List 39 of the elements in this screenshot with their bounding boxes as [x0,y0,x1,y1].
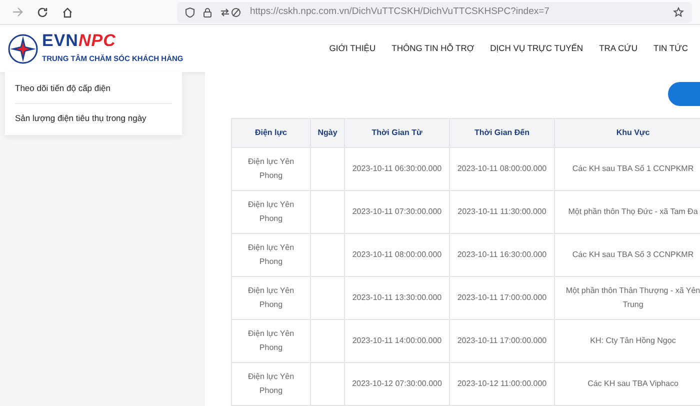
reload-icon[interactable] [37,6,48,18]
table-cell: 2023-10-11 14:00:00.000 [344,320,450,362]
column-header: Điện lực [232,118,310,148]
nav-link[interactable]: THÔNG TIN HỖ TRỢ [392,42,474,55]
table-cell: 2023-10-11 16:30:00.000 [450,234,554,276]
permissions-icon[interactable] [220,6,242,18]
sidebar-item[interactable]: Sản lượng điện tiêu thụ trong ngày [15,102,172,132]
table-cell: Điện lực Yên Phong [232,320,310,362]
table-cell: Điện lực Yên Phong [232,190,310,234]
sidebar-item[interactable]: Theo dõi tiến độ cấp điện [15,74,172,103]
table-cell: 2023-10-11 07:30:00.000 [344,190,450,234]
table-cell: Điện lực Yên Phong [232,234,310,276]
table-cell: 2023-10-11 13:30:00.000 [344,276,450,320]
address-bar[interactable]: https://cskh.npc.com.vn/DichVuTTCSKH/DichVuTTCSKHSPC?index=7 [177,2,692,22]
table-cell: 2023-10-12 11:00:00.000 [450,362,554,406]
table-cell: 2023-10-11 08:00:00.000 [450,148,554,190]
column-header: Khu Vực [554,118,700,148]
column-header: Thời Gian Đến [450,118,554,148]
table-cell: 2023-10-12 07:30:00.000 [344,362,450,406]
nav-link[interactable]: GIỚI THIỆU [329,42,376,55]
nav-link[interactable]: TRA CỨU [599,42,638,55]
table-cell: Điện lực Yên Phong [232,148,310,190]
table-cell: 2023-10-11 11:30:00.000 [450,190,554,234]
table-cell: 2023-10-11 06:30:00.000 [344,148,450,190]
logo-icon [8,34,38,64]
lock-icon[interactable] [203,6,212,18]
logo-wordmark: EVNNPC [42,32,117,50]
shield-icon[interactable] [185,6,195,18]
column-header: Ngày [310,118,344,148]
column-header: Thời Gian Từ [344,118,450,148]
table-cell: 2023-10-11 08:00:00.000 [344,234,450,276]
table-cell: 2023-10-11 17:00:00.000 [450,276,554,320]
table-cell: 2023-10-11 17:00:00.000 [450,320,554,362]
home-icon[interactable] [62,6,73,18]
nav-link[interactable]: DỊCH VỤ TRỰC TUYẾN [490,42,584,55]
nav-link[interactable]: TIN TỨC [654,42,688,55]
table-cell: Điện lực Yên Phong [232,362,310,406]
table-cell: Điện lực Yên Phong [232,276,310,320]
star-icon[interactable] [673,6,684,18]
